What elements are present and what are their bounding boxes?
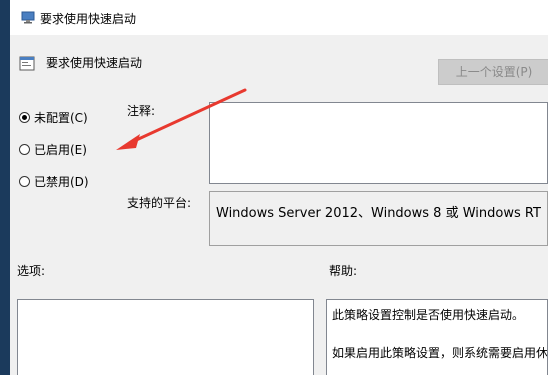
radio-enabled[interactable]: 已启用(E) bbox=[19, 140, 87, 158]
radio-not-configured[interactable]: 未配置(C) bbox=[19, 108, 88, 126]
help-text-line: 此策略设置控制是否使用快速启动。 bbox=[332, 308, 525, 322]
platform-label: 支持的平台: bbox=[127, 196, 192, 210]
policy-setting-icon bbox=[19, 56, 35, 71]
platform-value: Windows Server 2012、Windows 8 或 Windows … bbox=[216, 206, 541, 221]
help-label: 帮助: bbox=[329, 264, 358, 278]
radio-circle[interactable] bbox=[19, 143, 30, 155]
help-panel[interactable]: 此策略设置控制是否使用快速启动。 如果启用此策略设置，则系统需要启用休眠。 bbox=[326, 299, 548, 375]
group-policy-icon bbox=[21, 11, 35, 24]
window-title: 要求使用快速启动 bbox=[40, 12, 137, 26]
previous-setting-button[interactable]: 上一个设置(P) bbox=[438, 59, 548, 85]
radio-label: 已禁用(D) bbox=[34, 174, 89, 189]
radio-disabled[interactable]: 已禁用(D) bbox=[19, 172, 89, 190]
radio-label: 未配置(C) bbox=[34, 110, 88, 125]
title-bar: 要求使用快速启动 bbox=[10, 0, 548, 35]
supported-platform-field: Windows Server 2012、Windows 8 或 Windows … bbox=[209, 191, 548, 246]
policy-title: 要求使用快速启动 bbox=[46, 56, 143, 70]
radio-circle[interactable] bbox=[19, 175, 30, 187]
help-text-line: 如果启用此策略设置，则系统需要启用休眠。 bbox=[332, 346, 548, 360]
options-label: 选项: bbox=[17, 264, 46, 278]
policy-dialog: 要求使用快速启动 要求使用快速启动 上一个设置(P) 未配置(C) 已启用(E)… bbox=[10, 0, 548, 375]
options-panel[interactable] bbox=[17, 299, 314, 375]
comment-label: 注释: bbox=[127, 104, 156, 118]
comment-textarea[interactable] bbox=[209, 102, 548, 184]
radio-circle[interactable] bbox=[19, 111, 30, 123]
radio-label: 已启用(E) bbox=[34, 142, 87, 157]
